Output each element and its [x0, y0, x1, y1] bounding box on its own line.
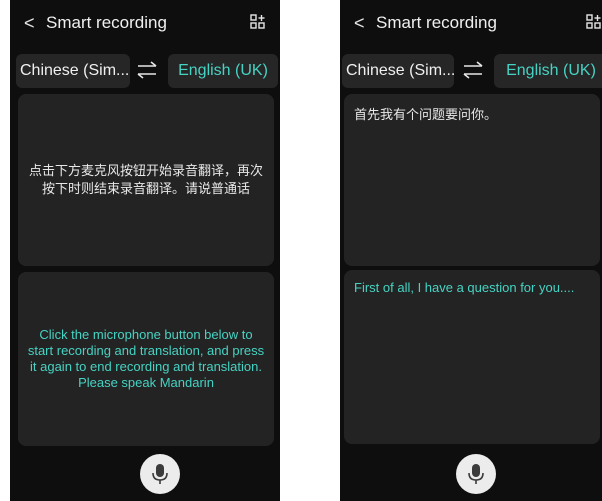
translation-hint-text: Click the microphone button below to sta…: [27, 327, 265, 390]
page-title: Smart recording: [376, 13, 497, 32]
microphone-icon: [152, 464, 168, 484]
swap-arrows-icon[interactable]: [462, 60, 484, 80]
language-bar: Chinese (Sim... English (UK): [340, 52, 602, 88]
top-bar: < Smart recording: [10, 0, 280, 50]
grid-add-icon[interactable]: [250, 14, 266, 30]
translation-text-panel: Click the microphone button below to sta…: [18, 272, 274, 446]
chevron-left-icon[interactable]: <: [24, 13, 35, 33]
grid-add-icon[interactable]: [586, 14, 602, 30]
source-text-panel: 点击下方麦克风按钮开始录音翻译，再次按下时则结束录音翻译。请说普通话: [18, 94, 274, 266]
phone-screen-right: < Smart recording Chinese (Sim... Englis…: [340, 0, 602, 501]
microphone-button[interactable]: [456, 454, 496, 494]
source-language-button[interactable]: Chinese (Sim...: [342, 54, 454, 88]
source-text-panel: 首先我有个问题要问你。: [344, 94, 600, 266]
source-hint-text: 点击下方麦克风按钮开始录音翻译，再次按下时则结束录音翻译。请说普通话: [28, 163, 263, 196]
swap-arrows-icon[interactable]: [136, 60, 158, 80]
language-bar: Chinese (Sim... English (UK): [10, 52, 280, 88]
translated-text: First of all, I have a question for you.…: [354, 280, 575, 295]
microphone-icon: [468, 464, 484, 484]
page-title: Smart recording: [46, 13, 167, 32]
phone-screen-left: < Smart recording Chinese (Sim... Englis…: [10, 0, 280, 501]
recognized-source-text: 首先我有个问题要问你。: [354, 107, 498, 122]
top-bar: < Smart recording: [340, 0, 602, 50]
source-language-button[interactable]: Chinese (Sim...: [16, 54, 130, 88]
chevron-left-icon[interactable]: <: [354, 13, 365, 33]
target-language-button[interactable]: English (UK): [168, 54, 278, 88]
translation-text-panel: First of all, I have a question for you.…: [344, 270, 600, 444]
microphone-button[interactable]: [140, 454, 180, 494]
target-language-button[interactable]: English (UK): [494, 54, 602, 88]
